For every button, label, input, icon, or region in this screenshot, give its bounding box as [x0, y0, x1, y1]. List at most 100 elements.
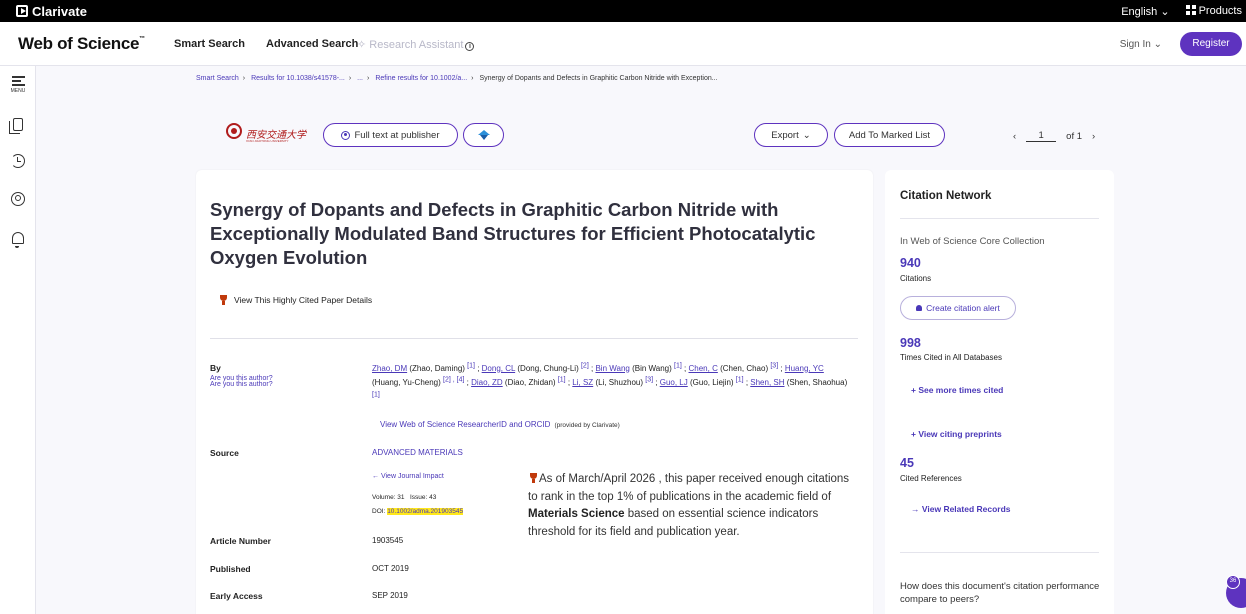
article-number-label: Article Number [210, 536, 271, 546]
chevron-down-icon: ⌄ [802, 129, 811, 141]
left-rail: MENU [0, 66, 36, 614]
chevron-right-icon: › [348, 75, 352, 82]
author-link[interactable]: Bin Wang [595, 364, 629, 373]
doi-link[interactable]: 10.1002/adma.201903545 [387, 508, 464, 515]
author-link[interactable]: Dong, CL [482, 364, 516, 373]
breadcrumb-item[interactable]: ... [357, 75, 363, 82]
citations-count[interactable]: 940 [900, 256, 921, 270]
trophy-icon [528, 473, 539, 483]
user-icon [11, 192, 25, 206]
author-link[interactable]: Diao, ZD [471, 378, 503, 387]
researcher-id-note: (provided by Clarivate) [554, 422, 620, 429]
volume-issue: Volume: 31 Issue: 43 [372, 494, 437, 501]
clarivate-brand-text: Clarivate [32, 3, 87, 19]
history-button[interactable] [8, 154, 28, 168]
source-label: Source [210, 448, 239, 458]
core-collection-label: In Web of Science Core Collection [900, 236, 1045, 247]
published-value: OCT 2019 [372, 564, 409, 573]
link-icon [341, 130, 351, 140]
breadcrumb-item[interactable]: Results for 10.1038/s41578-... [251, 75, 345, 82]
view-citing-preprints-link[interactable]: + View citing preprints [911, 429, 1002, 439]
author-link[interactable]: Shen, SH [750, 378, 784, 387]
sparkle-icon: ✧ [357, 39, 370, 51]
menu-button[interactable]: MENU [8, 76, 28, 94]
sign-in-button[interactable]: Sign In ⌄ [1120, 39, 1162, 50]
next-record-button[interactable]: › [1092, 131, 1095, 142]
citations-label: Citations [900, 274, 932, 283]
author-link[interactable]: Guo, LJ [660, 378, 688, 387]
see-more-times-cited-link[interactable]: + See more times cited [911, 385, 1003, 395]
nav-smart-search[interactable]: Smart Search [174, 38, 245, 50]
breadcrumb-current: Synergy of Dopants and Defects in Graphi… [479, 75, 718, 82]
page-of-label: of 1 [1066, 130, 1083, 142]
chevron-right-icon: › [471, 75, 474, 82]
record-pager: ‹ 1 of 1 › [1013, 130, 1095, 142]
record-card: Synergy of Dopants and Defects in Graphi… [196, 170, 873, 614]
register-button[interactable]: Register [1180, 32, 1242, 56]
author-link[interactable]: Zhao, DM [372, 364, 407, 373]
highly-cited-link[interactable]: View This Highly Cited Paper Details [218, 295, 372, 305]
notification-badge: 36 [1226, 575, 1240, 589]
article-number-value: 1903545 [372, 536, 404, 545]
published-label: Published [210, 564, 251, 574]
by-label: By [210, 363, 221, 373]
author-list: Zhao, DM (Zhao, Daming) [1] ; Dong, CL (… [372, 360, 852, 404]
chevron-right-icon: › [367, 75, 370, 82]
export-button[interactable]: Export ⌄ [754, 123, 828, 147]
divider [210, 338, 858, 339]
page-number-input[interactable]: 1 [1026, 130, 1057, 142]
doi-row: DOI: 10.1002/adma.201903545 [372, 508, 464, 515]
alerts-button[interactable] [8, 232, 28, 248]
prev-record-button[interactable]: ‹ [1013, 131, 1016, 142]
add-to-marked-list-button[interactable]: Add To Marked List [834, 123, 945, 147]
author-item: Guo, LJ (Guo, Liejin) [1] ; [659, 376, 751, 388]
author-link[interactable]: Chen, C [689, 364, 718, 373]
researcher-id-row: View Web of Science ResearcherID and ORC… [380, 420, 620, 429]
citation-network-panel: Citation Network In Web of Science Core … [885, 170, 1114, 614]
nav-research-assistant[interactable]: ✧ Research Assistant i [357, 38, 475, 51]
breadcrumb: Smart Search › Results for 10.1038/s41578… [196, 75, 718, 82]
author-link[interactable]: Li, SZ [572, 378, 593, 387]
institution-logo-subtext: XI'AN JIAOTONG UNIVERSITY [246, 139, 289, 143]
times-cited-count[interactable]: 998 [900, 336, 921, 350]
bell-icon [916, 305, 923, 311]
clarivate-logo[interactable]: Clarivate [16, 4, 87, 19]
trophy-icon [218, 295, 229, 305]
app-header: Web of Science™ Smart Search Advanced Se… [0, 22, 1246, 66]
are-you-author-link[interactable]: Are you this author? [210, 381, 273, 388]
nav-advanced-search[interactable]: Advanced Search [266, 38, 358, 50]
source-journal-link[interactable]: ADVANCED MATERIALS [372, 448, 463, 457]
products-menu[interactable]: Products [1185, 5, 1242, 17]
language-selector[interactable]: English ⌄ [1121, 5, 1169, 18]
breadcrumb-item[interactable]: Refine results for 10.1002/a... [375, 75, 467, 82]
chevron-down-icon: ⌄ [1160, 5, 1170, 18]
author-item: Zhao, DM (Zhao, Daming) [1] ; [372, 362, 482, 373]
divider [900, 552, 1099, 553]
view-related-records-link[interactable]: → View Related Records [911, 504, 1011, 514]
divider [900, 218, 1099, 219]
chevron-right-icon: › [242, 75, 246, 82]
create-citation-alert-button[interactable]: Create citation alert [900, 296, 1016, 320]
clarivate-topbar: Clarivate English ⌄ Products [0, 0, 1246, 22]
clarivate-logo-icon [16, 5, 28, 17]
highly-cited-note: As of March/April 2026 , this paper rece… [528, 473, 850, 538]
menu-icon [11, 76, 25, 86]
breadcrumb-item[interactable]: Smart Search [196, 75, 239, 82]
journal-impact-link[interactable]: ← View Journal Impact [372, 473, 444, 480]
cited-references-count[interactable]: 45 [900, 456, 914, 470]
profile-button[interactable] [8, 192, 28, 206]
times-cited-label: Times Cited in All Databases [900, 353, 1002, 362]
marked-list-button[interactable] [8, 118, 28, 134]
citation-performance-question: How does this document's citation perfor… [900, 581, 1100, 605]
full-text-button[interactable]: Full text at publisher [323, 123, 458, 147]
author-link[interactable]: Huang, YC [785, 364, 824, 373]
grid-icon [1185, 5, 1196, 15]
marked-list-icon [9, 118, 23, 134]
bell-icon [12, 232, 24, 248]
unpaywall-button[interactable] [463, 123, 504, 147]
early-access-label: Early Access [210, 591, 263, 601]
researcher-id-link[interactable]: View Web of Science ResearcherID and ORC… [380, 420, 550, 429]
institution-logo[interactable] [226, 123, 242, 139]
info-icon[interactable]: i [465, 42, 475, 51]
wos-logo[interactable]: Web of Science™ [18, 34, 145, 54]
